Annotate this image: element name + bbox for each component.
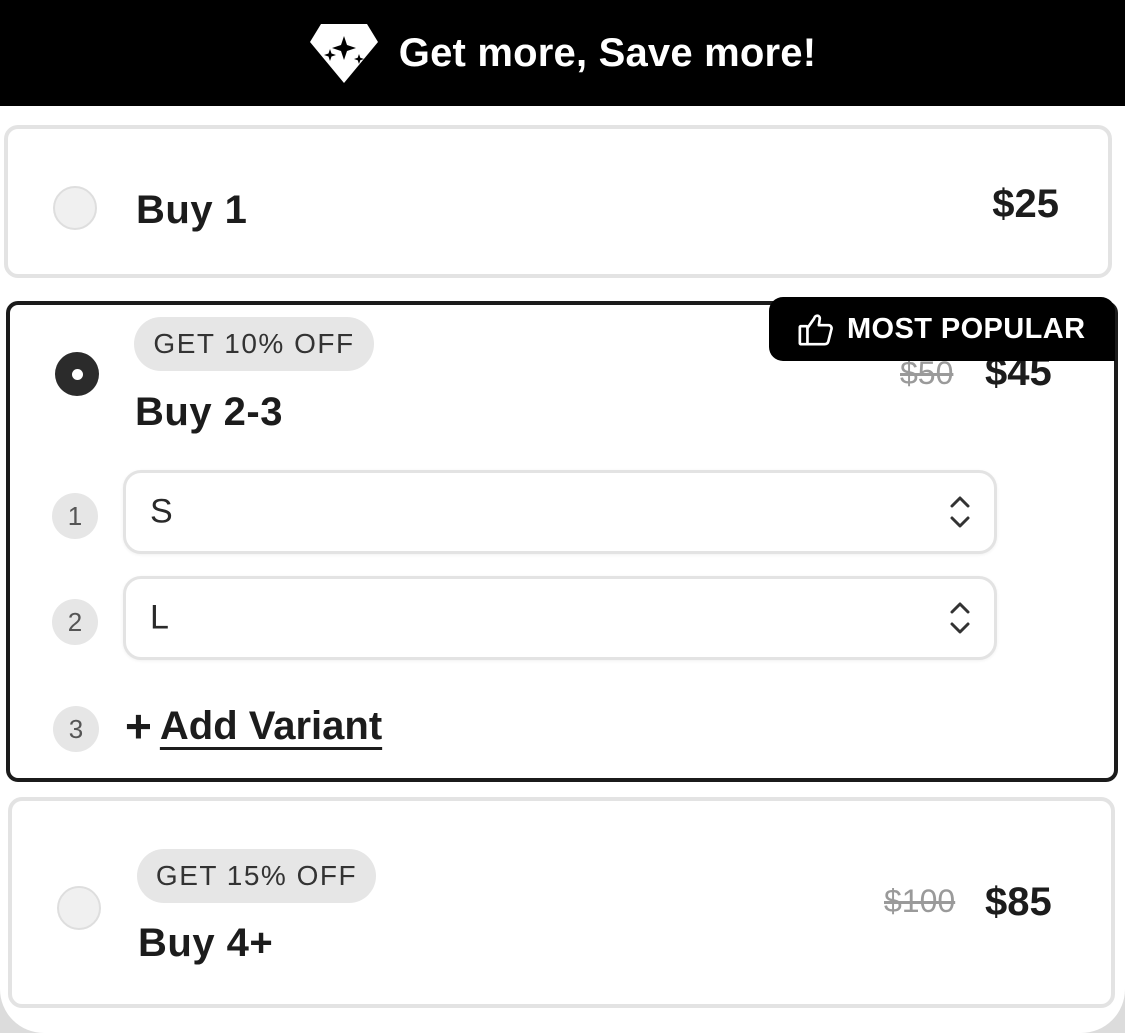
most-popular-badge: MOST POPULAR (769, 297, 1115, 361)
offer-radio-buy-1[interactable] (53, 186, 97, 230)
variant-number: 1 (52, 493, 98, 539)
bundle-offer-widget: Get more, Save more! Buy 1 $25 GET 10% O… (0, 0, 1125, 1033)
banner-title: Get more, Save more! (398, 30, 817, 75)
offer-title: Buy 2-3 (135, 390, 283, 434)
discount-pill: GET 15% OFF (137, 849, 376, 903)
offer-old-price: $100 (884, 883, 956, 919)
offer-radio-buy-4-plus[interactable] (57, 886, 101, 930)
variant-select-1[interactable]: S (123, 470, 997, 554)
offer-radio-buy-2-3[interactable] (55, 352, 99, 396)
variant-select-value: L (150, 598, 169, 637)
offer-price: $85 (985, 880, 1052, 924)
badge-label: MOST POPULAR (847, 312, 1086, 345)
offer-price: $25 (992, 182, 1059, 226)
offer-card-buy-1[interactable]: Buy 1 $25 (4, 125, 1112, 278)
thumbs-up-icon (798, 314, 833, 346)
discount-pill: GET 10% OFF (134, 317, 374, 371)
variant-select-value: S (150, 492, 173, 531)
variant-number: 3 (53, 706, 99, 752)
add-variant-button[interactable]: + Add Variant (125, 703, 382, 749)
variant-number: 2 (52, 599, 98, 645)
plus-icon: + (125, 700, 152, 752)
diamond-sparkle-icon (309, 24, 378, 83)
radio-selected-dot (71, 368, 83, 380)
promo-banner: Get more, Save more! (0, 0, 1125, 106)
offer-title: Buy 4+ (138, 921, 274, 965)
offer-card-buy-4-plus[interactable]: GET 15% OFF Buy 4+ $100 $85 (8, 797, 1115, 1008)
variant-select-2[interactable]: L (123, 576, 997, 660)
add-variant-label: Add Variant (159, 703, 383, 748)
offer-title: Buy 1 (136, 188, 248, 232)
chevron-up-down-icon (950, 602, 970, 634)
chevron-up-down-icon (950, 496, 970, 528)
